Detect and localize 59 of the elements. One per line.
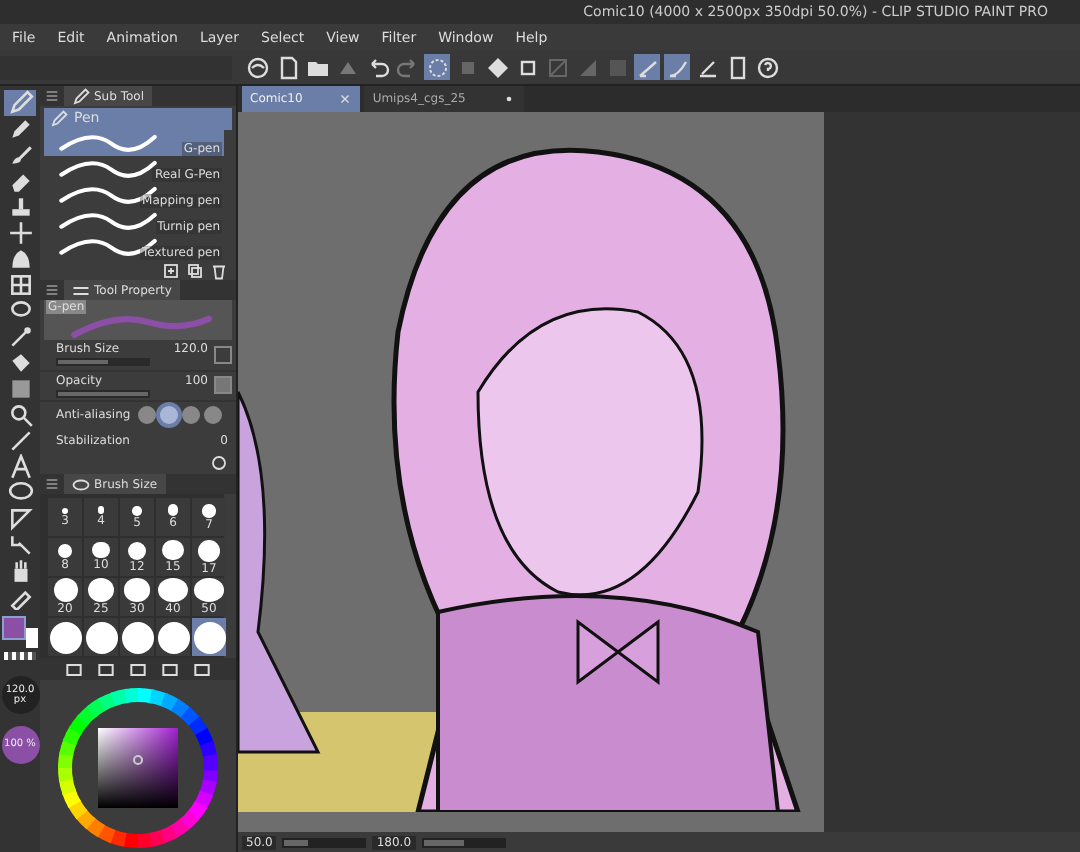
undo-icon [365, 55, 389, 79]
brush-icon [7, 142, 33, 168]
text-icon [7, 454, 33, 480]
brush-size-cell[interactable] [192, 618, 226, 657]
line-icon [635, 55, 659, 79]
toolbar-button[interactable] [484, 54, 510, 80]
redo-icon [395, 55, 419, 79]
square-icon [605, 55, 629, 79]
tablet-icon [725, 55, 749, 79]
square-icon [192, 659, 212, 680]
checkbox[interactable] [214, 376, 232, 395]
fill-icon [485, 55, 509, 79]
color-wheel[interactable] [54, 683, 222, 852]
tool-button[interactable] [4, 480, 36, 506]
gradient-icon [575, 55, 599, 79]
menu-icon [44, 88, 60, 104]
logo-icon [245, 55, 269, 79]
close-icon [338, 92, 353, 106]
brush-stroke-preview [56, 210, 160, 231]
wand-icon [7, 324, 33, 350]
menu-icon [44, 476, 60, 493]
new-file-icon [275, 55, 299, 79]
balloon-icon [7, 480, 33, 506]
anti-aliasing-option[interactable] [138, 406, 157, 425]
brush-size-cell[interactable] [48, 618, 82, 657]
trash-icon [210, 261, 228, 280]
anti-aliasing-option[interactable] [182, 406, 201, 425]
stamp-icon [7, 194, 33, 220]
brush-stroke-preview [56, 132, 160, 153]
brush-size-cell[interactable] [120, 618, 154, 657]
pencil-icon [7, 116, 33, 142]
bucket-icon [7, 350, 33, 376]
help-icon [755, 55, 779, 79]
anti-aliasing-option[interactable] [204, 406, 223, 425]
angle-slider[interactable] [421, 837, 506, 847]
pen-icon [7, 90, 33, 116]
gradient-icon [7, 376, 33, 402]
square-icon [545, 55, 569, 79]
frame-icon [7, 272, 33, 298]
brush-size-cell[interactable] [84, 618, 118, 657]
line-icon [7, 428, 33, 454]
main-color-swatch[interactable] [2, 616, 26, 640]
copy-icon [186, 261, 204, 280]
sub-color-swatch[interactable] [26, 628, 38, 648]
menu-icon [44, 282, 60, 299]
triangle-icon [7, 506, 33, 532]
zoom-slider[interactable] [282, 837, 367, 847]
add-icon [162, 261, 180, 280]
ruler-icon [695, 55, 719, 79]
dot-icon [501, 92, 516, 106]
checkbox[interactable] [214, 345, 232, 364]
selection-icon [425, 55, 449, 79]
tool-button[interactable] [4, 220, 36, 246]
brush-size-cell[interactable] [156, 618, 190, 657]
toolbar-button[interactable] [754, 54, 780, 80]
transparent-color-swatch[interactable] [4, 652, 36, 660]
brush-stroke-preview [56, 158, 160, 179]
slider-track[interactable] [56, 358, 150, 367]
toolbar-button[interactable] [244, 54, 270, 80]
